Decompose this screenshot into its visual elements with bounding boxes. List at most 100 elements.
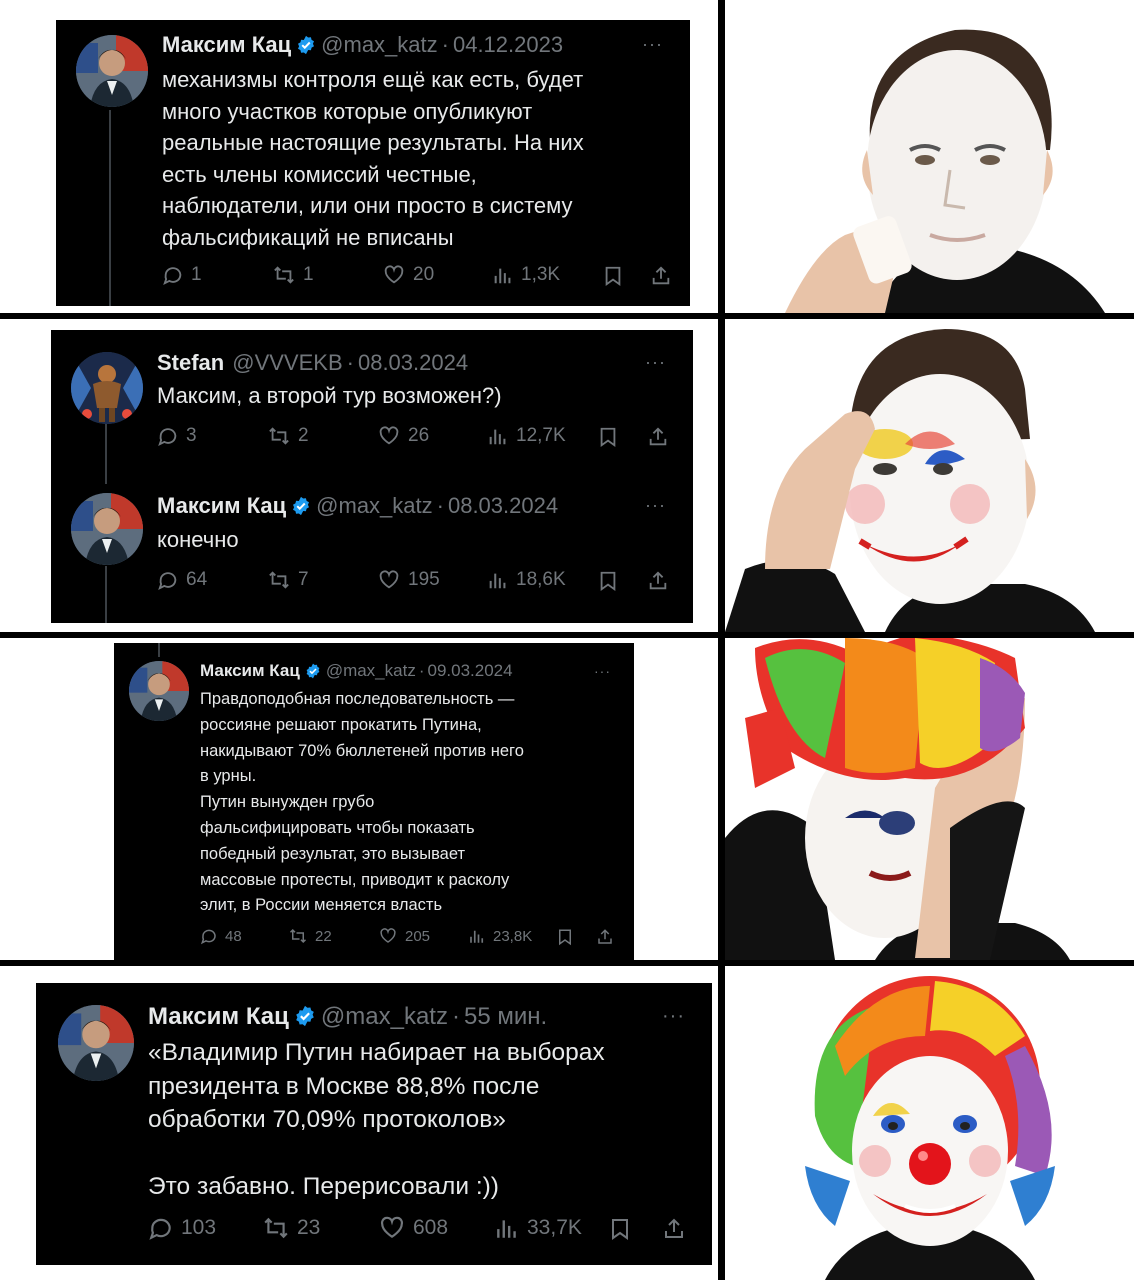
author-handle[interactable]: @max_katz [321,32,437,57]
tweet[interactable]: Stefan @VVVEKB · 08.03.2024 ··· Максим, а в… [51,330,693,470]
tweet-header: Максим Кац @max_katz · 04.12.2023 [162,32,563,58]
share-button[interactable] [647,569,669,593]
tweet-date[interactable]: 04.12.2023 [453,32,563,57]
like-button[interactable]: 26 [377,425,429,447]
more-options-icon[interactable]: ··· [594,663,611,679]
views-icon [494,268,511,284]
author-name[interactable]: Stefan [157,350,224,375]
tweet-panel-1: Максим Кац @max_katz · 04.12.2023 ··· механ… [56,20,690,306]
tweet-text: Максим, а второй тур возможен?) [157,383,502,408]
tweet[interactable]: Максим Кац @max_katz · 55 мин. ··· «Владими… [36,983,712,1265]
reply-icon [200,929,216,945]
like-button[interactable]: 608 [378,1215,448,1241]
like-icon [379,570,399,589]
author-name[interactable]: Максим Кац [148,1003,289,1030]
author-handle[interactable]: @max_katz [326,661,416,680]
like-button[interactable]: 205 [378,927,430,945]
tweet[interactable]: Максим Кац @max_katz · 04.12.2023 ··· механ… [56,20,690,306]
more-options-icon[interactable]: ··· [645,495,666,516]
like-icon [379,426,399,445]
bookmark-button[interactable] [556,927,574,947]
like-icon [380,928,396,943]
more-options-icon[interactable]: ··· [662,1005,685,1028]
tweet-date[interactable]: 55 мин. [464,1003,547,1030]
tweet-date[interactable]: 09.03.2024 [428,661,513,680]
tweet-text: «Владимир Путин набирает на выборах през… [148,1039,605,1200]
views-icon [489,573,506,589]
bookmark-button[interactable] [608,1215,632,1243]
reply-button[interactable]: 64 [157,569,207,591]
reply-button[interactable]: 103 [148,1215,216,1241]
tweet[interactable]: Максим Кац @max_katz · 09.03.2024 ··· Правд… [114,643,634,961]
author-handle[interactable]: @max_katz [316,493,432,518]
bookmark-icon [605,266,621,287]
author-name[interactable]: Максим Кац [200,661,300,680]
bookmark-icon [559,929,571,946]
panel-divider-vertical [718,0,725,1280]
separator: · [418,661,425,680]
views-button[interactable]: 1,3K [492,264,560,286]
tweet-date[interactable]: 08.03.2024 [358,350,468,375]
bookmark-icon [612,1219,628,1240]
share-icon [598,929,612,944]
avatar[interactable] [129,661,189,721]
more-options-icon[interactable]: ··· [642,34,663,55]
tweet-header: Максим Кац @max_katz · 55 мин. [148,1003,547,1031]
face-full-clown [725,966,1134,1280]
avatar[interactable] [71,493,143,565]
author-name[interactable]: Максим Кац [162,32,291,57]
verified-badge-icon [293,496,310,516]
repost-button[interactable]: 22 [288,927,332,945]
views-icon [497,1220,516,1238]
reply-button[interactable]: 3 [157,425,197,447]
reply-button[interactable]: 1 [162,264,202,286]
reply-button[interactable]: 48 [200,927,242,945]
share-button[interactable] [596,927,614,947]
avatar[interactable] [58,1005,134,1081]
share-button[interactable] [650,264,672,288]
verified-badge-icon [298,35,315,55]
reply-icon [149,1218,171,1240]
share-icon [665,1218,683,1238]
views-button[interactable]: 23,8K [468,927,532,945]
author-handle[interactable]: @max_katz [321,1003,448,1030]
separator: · [346,350,354,375]
views-button[interactable]: 18,6K [487,569,566,591]
more-options-icon[interactable]: ··· [645,352,666,373]
like-button[interactable]: 20 [382,264,434,286]
like-button[interactable]: 195 [377,569,440,591]
repost-button[interactable]: 7 [267,569,309,591]
share-button[interactable] [647,425,669,449]
repost-button[interactable]: 1 [272,264,314,286]
separator: · [436,493,444,518]
avatar[interactable] [76,35,148,107]
tweet[interactable]: Максим Кац @max_katz · 08.03.2024 ··· конеч… [51,473,693,623]
tweet-date[interactable]: 08.03.2024 [448,493,558,518]
bookmark-button[interactable] [597,569,619,593]
avatar[interactable] [71,352,143,424]
tweet-text: механизмы контроля ещё как есть, будет м… [162,67,584,250]
bookmark-icon [600,427,616,448]
reply-icon [158,572,177,591]
face-white-makeup [725,0,1134,313]
tweet-panel-2: Stefan @VVVEKB · 08.03.2024 ··· Максим, а в… [51,330,693,623]
tweet-header: Stefan @VVVEKB · 08.03.2024 [157,350,468,376]
repost-icon [264,1217,288,1239]
repost-button[interactable]: 2 [267,425,309,447]
tweet-actions: 48 22 205 23,8K [200,927,620,949]
bookmark-button[interactable] [602,264,624,288]
face-clown-paint [725,319,1134,632]
repost-icon [289,928,307,944]
bookmark-icon [600,571,616,592]
author-name[interactable]: Максим Кац [157,493,286,518]
repost-button[interactable]: 23 [262,1215,320,1241]
views-button[interactable]: 33,7K [494,1215,582,1241]
author-handle[interactable]: @VVVEKB [232,350,342,375]
views-button[interactable]: 12,7K [487,425,566,447]
tweet-panel-4: Максим Кац @max_katz · 55 мин. ··· «Владими… [36,983,712,1265]
bookmark-button[interactable] [597,425,619,449]
tweet-panel-3: Максим Кац @max_katz · 09.03.2024 ··· Правд… [114,643,634,961]
tweet-text: Правдоподобная последовательность — росс… [200,690,524,915]
verified-badge-icon [296,1005,314,1027]
share-button[interactable] [662,1215,686,1243]
